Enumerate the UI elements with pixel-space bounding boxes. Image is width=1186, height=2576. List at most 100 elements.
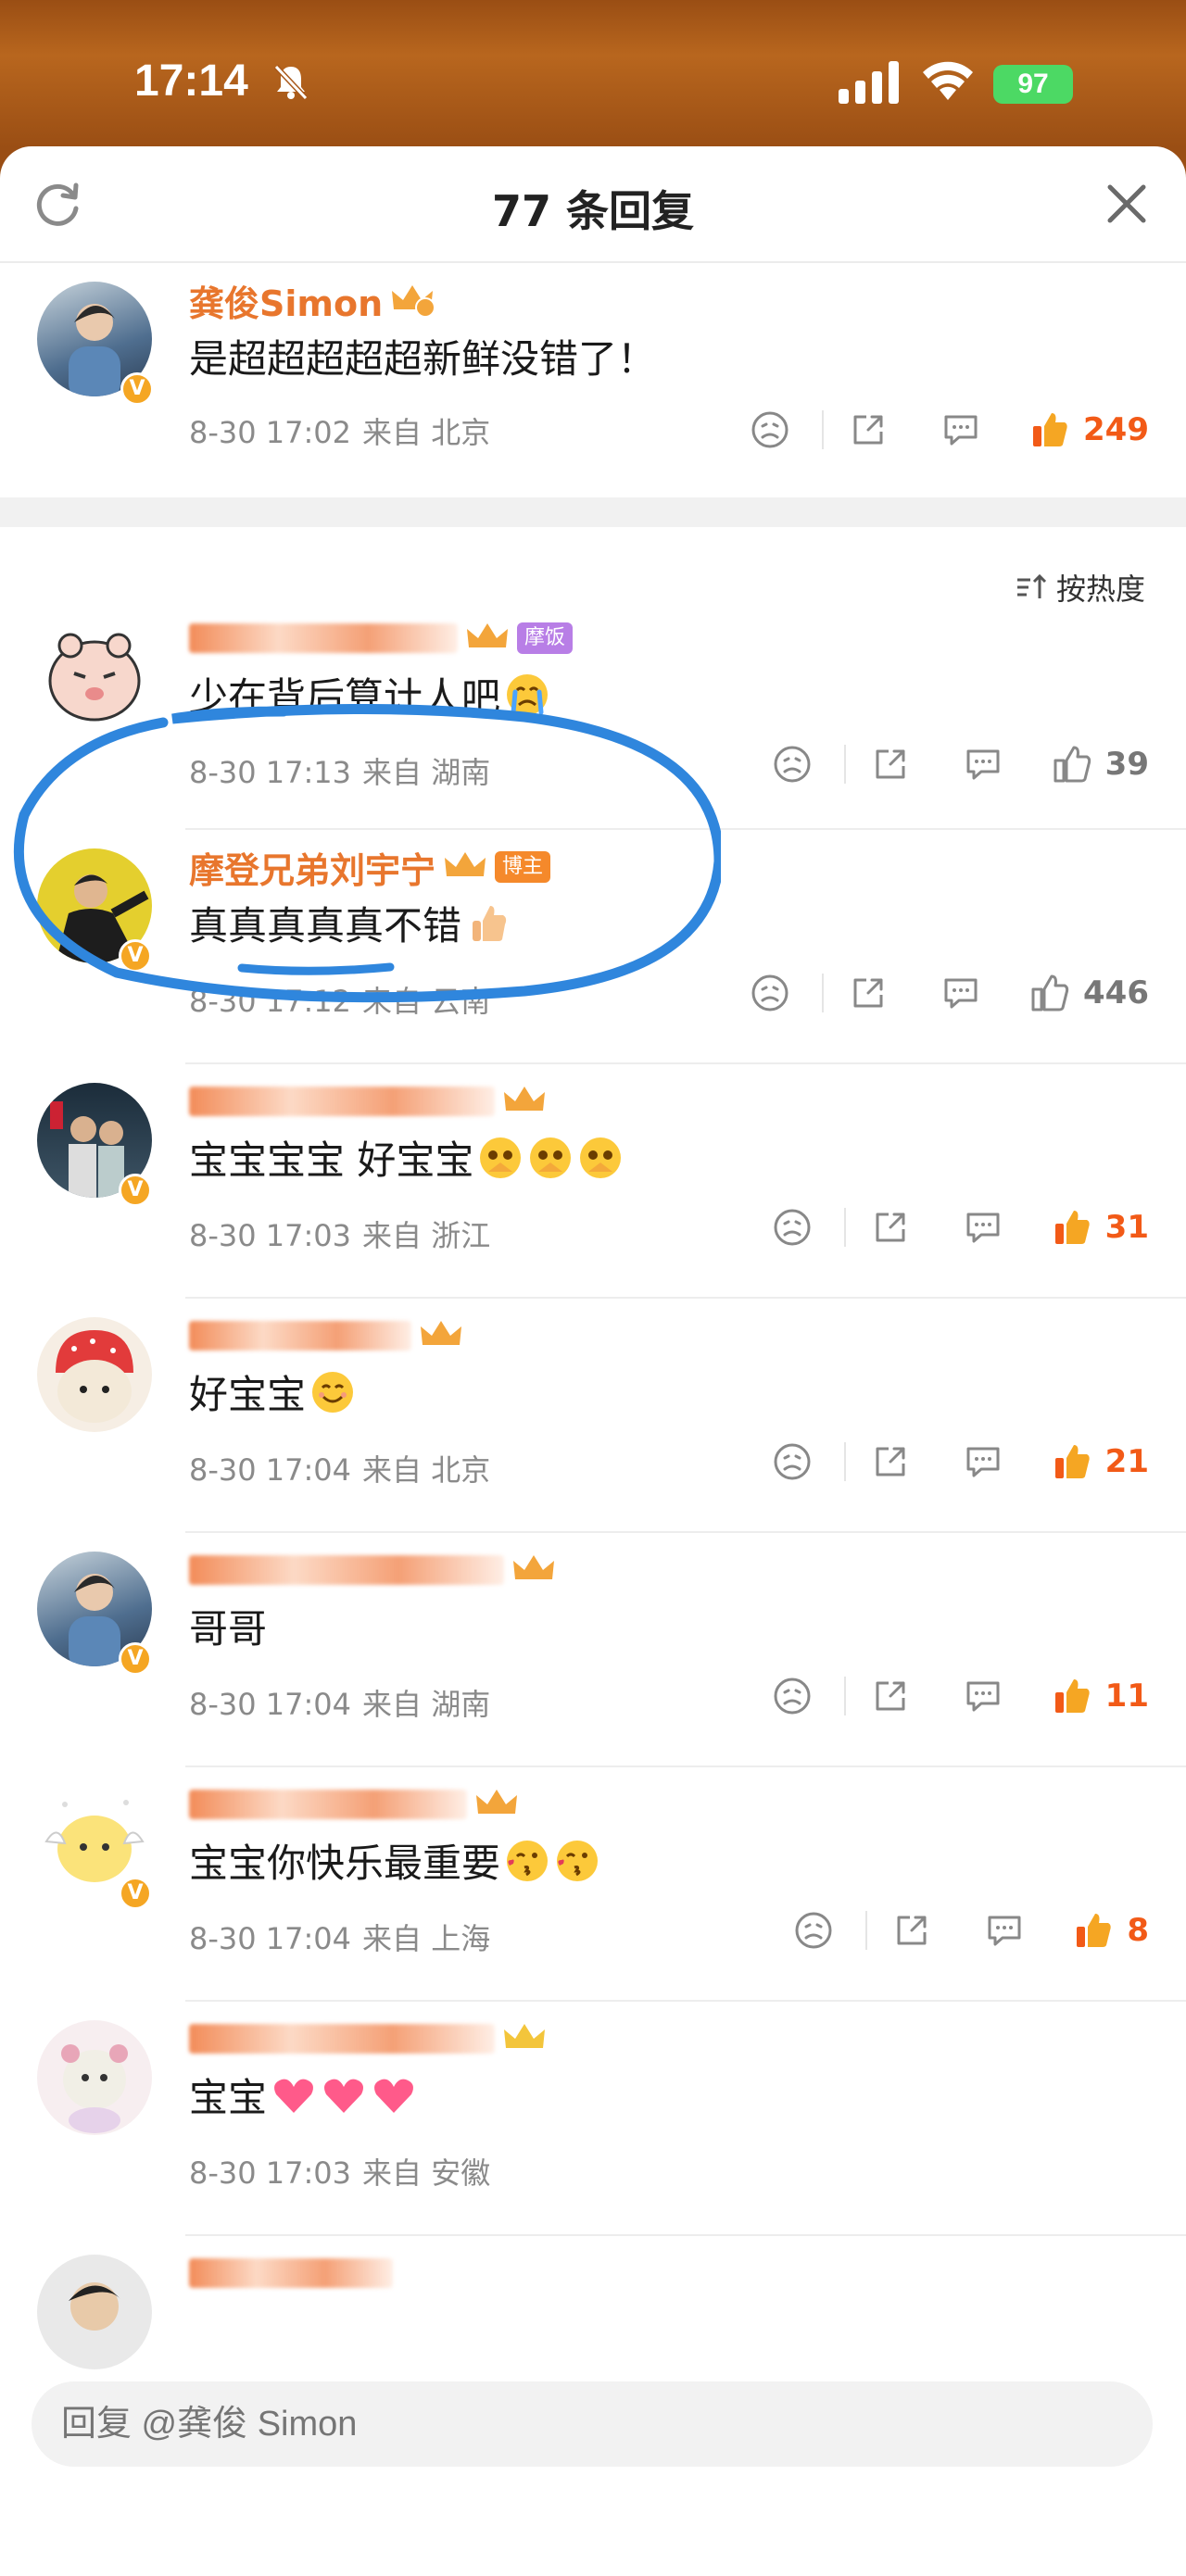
username-blurred[interactable] <box>189 2024 495 2054</box>
like-count: 31 <box>1104 1209 1149 1246</box>
dislike-icon[interactable] <box>793 1910 834 1951</box>
comment-actions: 11 <box>772 1672 1149 1720</box>
sort-row: 按热度 <box>0 527 1186 607</box>
sheet-header: 77 条回复 <box>0 146 1186 263</box>
like-count: 11 <box>1104 1678 1149 1715</box>
comment-text: 宝宝 <box>189 2067 417 2123</box>
dislike-icon[interactable] <box>772 1676 813 1716</box>
comment-actions: 21 <box>772 1438 1149 1486</box>
fan-tag: 摩饭 <box>517 622 574 654</box>
verified-badge: V <box>120 372 154 406</box>
comment-actions: 8 <box>793 1906 1149 1954</box>
username-row[interactable]: 龚俊Simon <box>189 280 436 324</box>
comment-icon[interactable] <box>963 1207 1003 1248</box>
avatar[interactable] <box>37 620 152 735</box>
comment-actions: 446 <box>750 969 1149 1017</box>
bell-muted-icon <box>273 64 309 101</box>
comment-icon[interactable] <box>940 409 981 450</box>
share-icon[interactable] <box>891 1910 932 1951</box>
username-row[interactable] <box>189 2018 549 2059</box>
share-icon[interactable] <box>848 973 889 1013</box>
username-row[interactable]: 摩饭 <box>189 618 574 659</box>
username-blurred[interactable] <box>189 1555 504 1585</box>
username[interactable]: 摩登兄弟刘宇宁 <box>189 842 435 893</box>
like-count: 39 <box>1104 746 1149 783</box>
crown-badge-icon <box>445 852 486 876</box>
username-row[interactable] <box>189 1550 558 1590</box>
username-row[interactable] <box>189 1784 521 1825</box>
dislike-icon[interactable] <box>750 409 790 450</box>
heart-icon <box>274 2079 314 2113</box>
avatar[interactable] <box>37 1317 152 1432</box>
like-button[interactable]: 31 <box>1052 1207 1149 1248</box>
comment-icon[interactable] <box>963 1676 1003 1716</box>
dislike-icon[interactable] <box>750 973 790 1013</box>
share-icon[interactable] <box>848 409 889 450</box>
heart-icon <box>374 2079 414 2113</box>
username-row[interactable] <box>189 2253 393 2293</box>
username[interactable]: 龚俊Simon <box>189 275 383 326</box>
crown-badge-icon <box>513 1555 554 1579</box>
avatar[interactable] <box>37 2255 152 2369</box>
like-button[interactable]: 8 <box>1073 1910 1149 1951</box>
dislike-icon[interactable] <box>772 1207 813 1248</box>
pleading-face-icon <box>530 1137 572 1178</box>
comment-icon[interactable] <box>984 1910 1025 1951</box>
like-button[interactable]: 446 <box>1029 973 1149 1013</box>
crown-badge-icon <box>421 1321 461 1345</box>
comment-meta: 8-30 17:04 来自 上海 <box>189 1916 501 1958</box>
cell-signal-icon <box>839 61 899 104</box>
crown-badge-icon <box>392 285 436 318</box>
comment-icon[interactable] <box>963 744 1003 785</box>
reply-item: V 宝宝宝宝 好宝宝 8-30 17:03 来自 浙江 31 <box>0 1064 1186 1299</box>
action-divider <box>822 974 825 1012</box>
action-divider <box>843 1677 846 1715</box>
share-icon[interactable] <box>870 1441 911 1482</box>
like-count: 249 <box>1083 411 1149 448</box>
avatar[interactable] <box>37 2020 152 2135</box>
verified-badge: V <box>119 1642 152 1676</box>
username-row[interactable] <box>189 1315 465 1356</box>
status-bar: 17:14 97 <box>0 0 1186 148</box>
reply-item: 好宝宝 8-30 17:04 来自 北京 21 <box>0 1299 1186 1533</box>
like-button[interactable]: 249 <box>1029 409 1149 450</box>
thumbs-up-emoji-icon <box>473 905 507 941</box>
username-blurred[interactable] <box>189 1790 467 1819</box>
blogger-tag: 博主 <box>495 851 551 883</box>
comment-meta: 8-30 17:13 来自 湖南 <box>189 749 501 792</box>
battery-indicator: 97 <box>993 65 1073 104</box>
share-icon[interactable] <box>870 1676 911 1716</box>
thumbs-up-filled-icon <box>1077 1914 1111 1947</box>
comment-icon[interactable] <box>963 1441 1003 1482</box>
reply-item-partial <box>0 2236 1186 2369</box>
pleading-face-icon <box>480 1137 522 1178</box>
comment-meta: 8-30 17:03 来自 浙江 <box>189 1213 501 1255</box>
dislike-icon[interactable] <box>772 1441 813 1482</box>
username-blurred[interactable] <box>189 623 458 653</box>
username-blurred[interactable] <box>189 1321 411 1351</box>
like-button[interactable]: 21 <box>1052 1441 1149 1482</box>
username-row[interactable] <box>189 1081 549 1122</box>
reply-input[interactable] <box>32 2381 1153 2467</box>
comment-location: 来自 北京 <box>362 1452 491 1488</box>
share-icon[interactable] <box>870 744 911 785</box>
username-blurred[interactable] <box>189 2258 393 2288</box>
root-comment: V 龚俊Simon 是超超超超超新鲜没错了！ 8-30 17:02 来自 北京 2… <box>0 263 1186 497</box>
username-row[interactable]: 摩登兄弟刘宇宁 博主 <box>189 847 551 891</box>
like-button[interactable]: 39 <box>1052 744 1149 785</box>
comment-text: 少在背后算计人吧 <box>189 666 550 723</box>
like-button[interactable]: 11 <box>1052 1676 1149 1716</box>
comment-location: 来自 北京 <box>362 415 491 450</box>
close-icon[interactable] <box>1103 180 1151 228</box>
reply-item: 摩饭 少在背后算计人吧 8-30 17:13 来自 湖南 39 <box>0 601 1186 830</box>
share-icon[interactable] <box>870 1207 911 1248</box>
action-divider <box>822 410 825 449</box>
comment-actions: 31 <box>772 1203 1149 1251</box>
comment-location: 来自 云南 <box>362 984 491 1019</box>
dislike-icon[interactable] <box>772 744 813 785</box>
pleading-face-icon <box>580 1137 622 1178</box>
username-blurred[interactable] <box>189 1087 495 1116</box>
comment-icon[interactable] <box>940 973 981 1013</box>
status-time: 17:14 <box>134 57 248 106</box>
sort-icon <box>1016 573 1047 598</box>
